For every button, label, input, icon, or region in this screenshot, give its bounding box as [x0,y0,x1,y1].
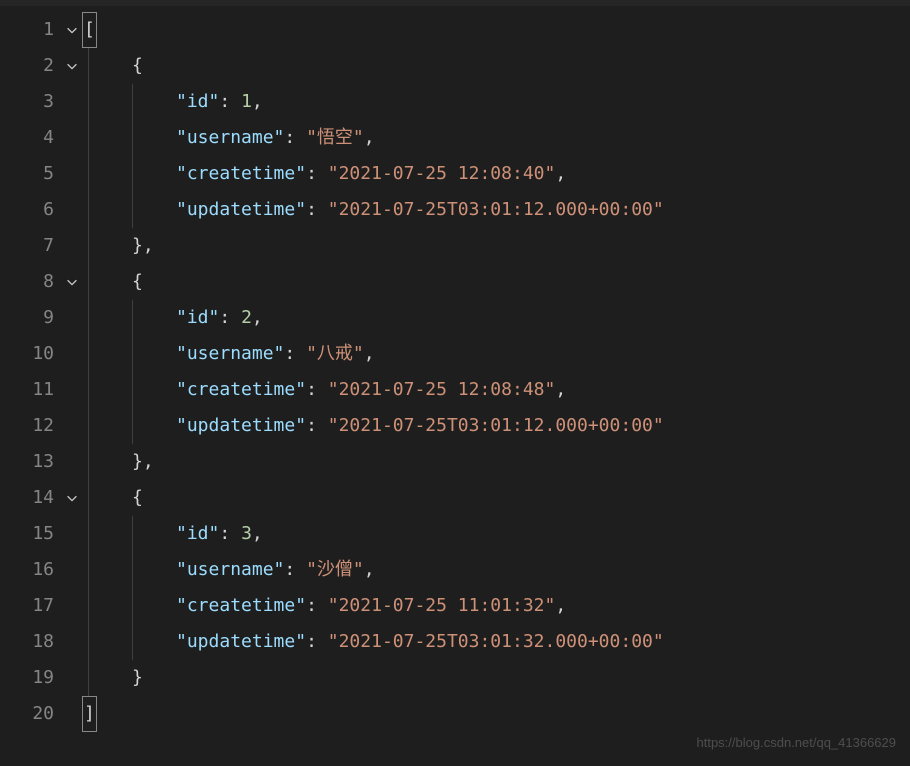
json-key: "username" [176,121,284,155]
line-number: 17 [0,589,60,623]
code-line: 6 "updatetime": "2021-07-25T03:01:12.000… [0,192,910,228]
json-value: "沙僧" [306,553,364,587]
code-line: 20 ] [0,696,910,732]
line-number: 9 [0,301,60,335]
chevron-down-icon [65,59,79,73]
json-key: "createtime" [176,373,306,407]
code-line: 7 }, [0,228,910,264]
fold-toggle[interactable] [60,491,84,505]
line-number: 4 [0,121,60,155]
json-key: "updatetime" [176,409,306,443]
json-value: "2021-07-25 11:01:32" [328,589,556,623]
line-number: 19 [0,661,60,695]
line-number: 2 [0,49,60,83]
json-key: "id" [176,517,219,551]
code-line: 13 }, [0,444,910,480]
code-line: 15 "id": 3, [0,516,910,552]
json-value: "2021-07-25 12:08:48" [328,373,556,407]
json-value: 1 [241,85,252,119]
code-line: 17 "createtime": "2021-07-25 11:01:32", [0,588,910,624]
code-line: 5 "createtime": "2021-07-25 12:08:40", [0,156,910,192]
code-line: 10 "username": "八戒", [0,336,910,372]
line-number: 8 [0,265,60,299]
code-editor[interactable]: 1 [ 2 { 3 "id": 1, 4 "username": "悟空", 5… [0,8,910,732]
line-number: 6 [0,193,60,227]
watermark-text: https://blog.csdn.net/qq_41366629 [697,731,897,756]
fold-toggle[interactable] [60,59,84,73]
json-value: "八戒" [306,337,364,371]
chevron-down-icon [65,491,79,505]
line-number: 15 [0,517,60,551]
code-line: 16 "username": "沙僧", [0,552,910,588]
code-line: 1 [ [0,12,910,48]
code-line: 3 "id": 1, [0,84,910,120]
code-line: 2 { [0,48,910,84]
code-line: 4 "username": "悟空", [0,120,910,156]
fold-toggle[interactable] [60,275,84,289]
chevron-down-icon [65,275,79,289]
line-number: 16 [0,553,60,587]
code-line: 14 { [0,480,910,516]
chevron-down-icon [65,23,79,37]
brace-open: { [132,481,143,515]
code-line: 11 "createtime": "2021-07-25 12:08:48", [0,372,910,408]
brace-close: } [132,661,143,695]
line-number: 11 [0,373,60,407]
line-number: 14 [0,481,60,515]
json-key: "createtime" [176,589,306,623]
bracket-open: [ [82,12,97,48]
brace-open: { [132,265,143,299]
brace-open: { [132,49,143,83]
brace-close: } [132,229,143,263]
json-value: "悟空" [306,121,364,155]
brace-close: } [132,445,143,479]
line-number: 13 [0,445,60,479]
line-number: 18 [0,625,60,659]
code-line: 12 "updatetime": "2021-07-25T03:01:12.00… [0,408,910,444]
line-number: 20 [0,697,60,731]
json-key: "username" [176,337,284,371]
code-line: 8 { [0,264,910,300]
json-value: "2021-07-25 12:08:40" [328,157,556,191]
line-number: 10 [0,337,60,371]
bracket-close: ] [82,696,97,732]
json-key: "updatetime" [176,625,306,659]
line-number: 5 [0,157,60,191]
json-value: "2021-07-25T03:01:12.000+00:00" [328,409,664,443]
line-number: 1 [0,13,60,47]
fold-toggle[interactable] [60,23,84,37]
code-line: 19 } [0,660,910,696]
json-value: "2021-07-25T03:01:12.000+00:00" [328,193,664,227]
json-value: 3 [241,517,252,551]
json-key: "id" [176,301,219,335]
editor-tab-bar [0,0,910,6]
line-number: 7 [0,229,60,263]
json-key: "id" [176,85,219,119]
line-number: 12 [0,409,60,443]
json-value: 2 [241,301,252,335]
json-key: "username" [176,553,284,587]
json-key: "createtime" [176,157,306,191]
code-line: 18 "updatetime": "2021-07-25T03:01:32.00… [0,624,910,660]
code-line: 9 "id": 2, [0,300,910,336]
json-key: "updatetime" [176,193,306,227]
json-value: "2021-07-25T03:01:32.000+00:00" [328,625,664,659]
line-number: 3 [0,85,60,119]
